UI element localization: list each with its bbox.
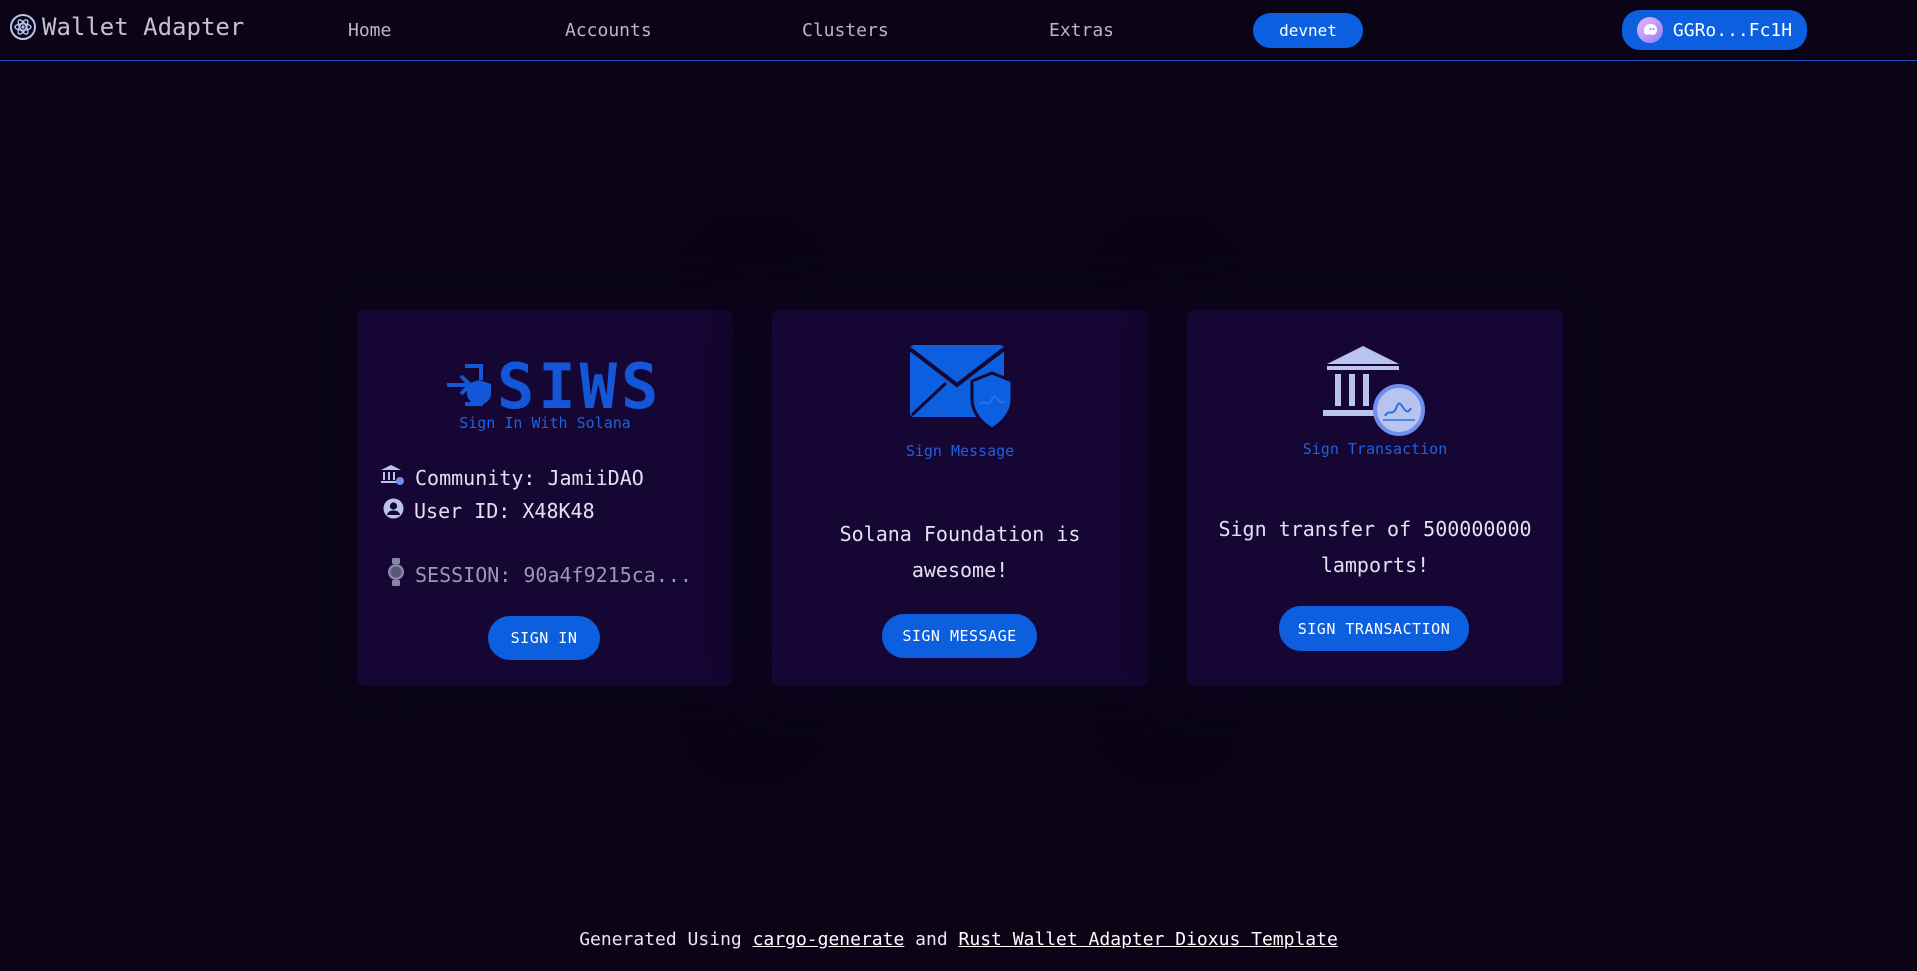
community-row: Community: JamiiDAO <box>381 464 644 491</box>
user-circle-icon <box>383 498 404 524</box>
nav-clusters[interactable]: Clusters <box>802 20 889 41</box>
nav-home[interactable]: Home <box>348 20 391 41</box>
community-text: Community: JamiiDAO <box>415 465 644 490</box>
transaction-text: Sign transfer of 500000000 lamports! <box>1218 517 1532 577</box>
footer-prefix: Generated Using <box>579 929 742 950</box>
brand-title: Wallet Adapter <box>42 13 245 41</box>
siws-label: Sign In With Solana <box>459 414 631 432</box>
nav-extras[interactable]: Extras <box>1049 20 1114 41</box>
sign-message-button[interactable]: SIGN MESSAGE <box>882 614 1037 658</box>
bank-signature-icon <box>1323 346 1427 442</box>
footer-middle: and <box>915 929 948 950</box>
bank-icon <box>381 464 405 491</box>
wallet-ghost-icon <box>1636 17 1663 43</box>
login-shield-icon <box>445 362 493 412</box>
sign-message-label: Sign Message <box>905 442 1015 460</box>
atom-logo-icon <box>10 14 36 40</box>
sign-transaction-button[interactable]: SIGN TRANSACTION <box>1279 606 1469 651</box>
brand[interactable]: Wallet Adapter <box>10 13 244 41</box>
session-text: SESSION: 90a4f9215ca... <box>415 562 692 587</box>
user-id-text: User ID: X48K48 <box>414 499 595 523</box>
cluster-label: devnet <box>1279 21 1337 40</box>
envelope-shield-icon <box>908 345 1014 437</box>
template-link[interactable]: Rust Wallet Adapter Dioxus Template <box>959 929 1338 950</box>
footer: Generated Using cargo-generate and Rust … <box>0 929 1917 950</box>
siws-card: SIWS Sign In With Solana Community: Jami… <box>357 310 733 686</box>
cargo-generate-link[interactable]: cargo-generate <box>753 929 905 950</box>
nav-accounts[interactable]: Accounts <box>565 20 652 41</box>
top-navbar: Wallet Adapter Home Accounts Clusters Ex… <box>0 0 1917 61</box>
message-text: Solana Foundation is awesome! <box>839 522 1081 582</box>
sign-message-card: Sign Message Solana Foundation is awesom… <box>772 310 1148 686</box>
wallet-address: GGRo...Fc1H <box>1672 19 1793 41</box>
sign-transaction-card: Sign Transaction Sign transfer of 500000… <box>1187 310 1563 686</box>
wallet-button[interactable]: GGRo...Fc1H <box>1622 10 1807 50</box>
sign-transaction-label: Sign Transaction <box>1302 440 1448 458</box>
siws-logo-text: SIWS <box>497 350 663 423</box>
cluster-selector-button[interactable]: devnet <box>1253 13 1363 48</box>
session-row: SESSION: 90a4f9215ca... <box>387 558 692 591</box>
siws-logo: SIWS <box>445 350 662 423</box>
user-id-row: User ID: X48K48 <box>383 498 595 524</box>
sign-in-button[interactable]: SIGN IN <box>488 616 600 660</box>
watch-icon <box>387 558 405 591</box>
